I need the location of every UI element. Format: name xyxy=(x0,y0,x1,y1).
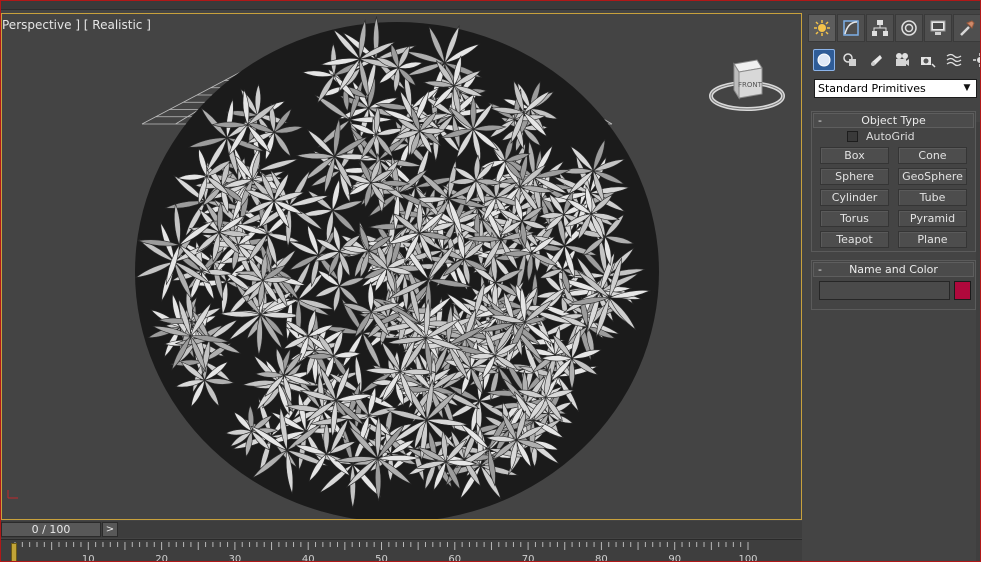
teapot-button[interactable]: Teapot xyxy=(820,231,889,248)
helpers-button[interactable] xyxy=(917,49,939,71)
space-warps-button[interactable] xyxy=(943,49,965,71)
track-ruler: 10 20 30 40 50 60 70 80 90 100 xyxy=(14,542,758,562)
sphere-button[interactable]: Sphere xyxy=(820,168,889,185)
geometry-button[interactable] xyxy=(813,49,835,71)
ruler-label: 70 xyxy=(522,554,535,562)
name-and-color-rollout: - Name and Color xyxy=(811,260,976,310)
cameras-button[interactable] xyxy=(891,49,913,71)
hierarchy-icon xyxy=(872,20,888,36)
lights-icon xyxy=(871,55,882,66)
command-panel: Standard Primitives ▼ - Object Type Auto… xyxy=(807,13,980,561)
shapes-button[interactable] xyxy=(839,49,861,71)
create-icon xyxy=(814,20,830,36)
torus-button[interactable]: Torus xyxy=(820,210,889,227)
viewport-label[interactable]: Perspective ] [ Realistic ] xyxy=(2,18,151,32)
object-type-title: Object Type xyxy=(861,114,926,127)
title-strip xyxy=(1,1,980,10)
hierarchy-tab[interactable] xyxy=(866,14,894,42)
perspective-viewport[interactable]: Perspective ] [ Realistic ] FRONT xyxy=(1,13,802,520)
cone-button[interactable]: Cone xyxy=(898,147,967,164)
autogrid-option[interactable]: AutoGrid xyxy=(847,129,915,143)
chevron-down-icon: ▼ xyxy=(963,83,971,93)
ruler-label: 30 xyxy=(229,554,242,562)
next-frame-button[interactable]: > xyxy=(102,522,118,537)
cameras-icon xyxy=(896,53,909,66)
create-tab[interactable] xyxy=(808,14,836,42)
cylinder-button[interactable]: Cylinder xyxy=(820,189,889,206)
space-warps-icon xyxy=(946,53,962,67)
collapse-icon: - xyxy=(818,263,822,276)
utilities-tab[interactable] xyxy=(953,14,980,42)
motion-tab[interactable] xyxy=(895,14,923,42)
track-bar[interactable]: 10 20 30 40 50 60 70 80 90 100 xyxy=(1,539,802,562)
time-slider[interactable]: 0 / 100 > xyxy=(1,521,802,538)
command-panel-tabs xyxy=(807,14,980,42)
object-type-header[interactable]: - Object Type xyxy=(813,113,974,128)
collapse-icon: - xyxy=(818,114,822,127)
object-type-rollout: - Object Type AutoGrid Box Cone Sphere G… xyxy=(811,111,976,252)
plane-button[interactable]: Plane xyxy=(898,231,967,248)
panel-scrollbar[interactable] xyxy=(976,122,980,561)
ruler-label: 50 xyxy=(375,554,388,562)
utilities-icon xyxy=(960,20,975,36)
geometry-icon xyxy=(817,53,831,67)
ruler-label: 40 xyxy=(302,554,315,562)
object-category-icons xyxy=(813,49,980,73)
viewcube[interactable]: FRONT xyxy=(707,50,787,120)
category-dropdown[interactable]: Standard Primitives ▼ xyxy=(814,79,977,98)
primitive-buttons: Box Cone Sphere GeoSphere Cylinder Tube … xyxy=(820,147,969,248)
axis-tripod-icon xyxy=(7,490,18,499)
systems-icon xyxy=(973,53,980,67)
viewcube-face-label: FRONT xyxy=(738,81,763,89)
ruler-label: 100 xyxy=(738,554,757,562)
motion-icon xyxy=(901,20,917,36)
object-color-swatch[interactable] xyxy=(954,281,971,300)
current-frame-marker[interactable] xyxy=(11,543,17,561)
box-button[interactable]: Box xyxy=(820,147,889,164)
modify-icon xyxy=(843,20,859,36)
name-and-color-header[interactable]: - Name and Color xyxy=(813,262,974,277)
display-icon xyxy=(930,20,946,35)
ruler-label: 90 xyxy=(668,554,681,562)
ruler-label: 20 xyxy=(155,554,168,562)
ruler-label: 60 xyxy=(448,554,461,562)
autogrid-label: AutoGrid xyxy=(866,129,915,143)
shapes-icon xyxy=(843,53,856,66)
modify-tab[interactable] xyxy=(837,14,865,42)
ruler-label: 80 xyxy=(595,554,608,562)
tube-button[interactable]: Tube xyxy=(898,189,967,206)
display-tab[interactable] xyxy=(924,14,952,42)
helpers-icon xyxy=(921,57,936,68)
systems-button[interactable] xyxy=(969,49,980,71)
object-name-field[interactable] xyxy=(819,281,950,300)
category-dropdown-value: Standard Primitives xyxy=(818,82,926,95)
bush-model[interactable] xyxy=(122,14,682,520)
name-and-color-title: Name and Color xyxy=(849,263,938,276)
autogrid-checkbox[interactable] xyxy=(847,130,858,142)
geosphere-button[interactable]: GeoSphere xyxy=(898,168,967,185)
time-slider-thumb[interactable]: 0 / 100 xyxy=(1,522,101,537)
max-window: Perspective ] [ Realistic ] FRONT 0 / 10… xyxy=(0,0,981,562)
ruler-label: 10 xyxy=(82,554,95,562)
pyramid-button[interactable]: Pyramid xyxy=(898,210,967,227)
lights-button[interactable] xyxy=(865,49,887,71)
